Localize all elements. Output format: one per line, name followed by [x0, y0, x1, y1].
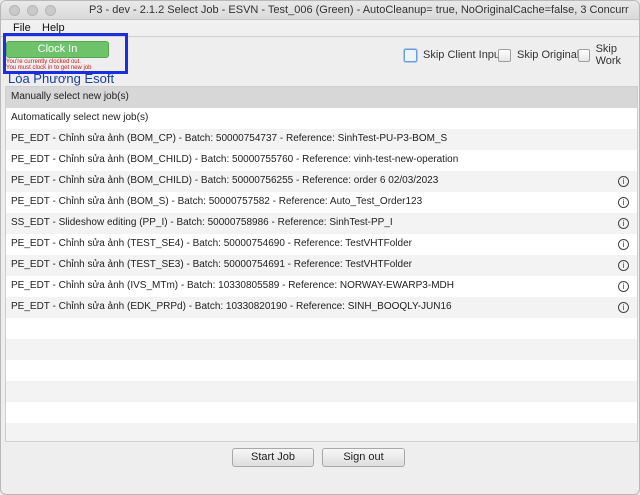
empty-row [6, 318, 637, 339]
empty-row [6, 381, 637, 402]
empty-row [6, 339, 637, 360]
job-label: PE_EDT - Chỉnh sửa ảnh (IVS_MTm) - Batch… [11, 280, 454, 291]
empty-row [6, 360, 637, 381]
close-window-button[interactable] [9, 5, 20, 16]
skip-original-option[interactable]: Skip Original [498, 47, 579, 63]
skip-work-checkbox[interactable] [578, 48, 590, 62]
skip-original-label: Skip Original [517, 49, 580, 61]
app-window: P3 - dev - 2.1.2 Select Job - ESVN - Tes… [0, 0, 640, 495]
minimize-window-button[interactable] [27, 5, 38, 16]
info-icon[interactable]: i [618, 197, 629, 208]
skip-original-checkbox[interactable] [498, 48, 511, 62]
job-list[interactable]: Manually select new job(s) Automatically… [5, 86, 638, 442]
info-icon[interactable]: i [618, 218, 629, 229]
job-label: PE_EDT - Chỉnh sửa ảnh (BOM_CP) - Batch:… [11, 133, 448, 144]
job-label: PE_EDT - Chỉnh sửa ảnh (BOM_CHILD) - Bat… [11, 154, 459, 165]
sign-out-button[interactable]: Sign out [322, 448, 405, 467]
skip-client-input-option[interactable]: Skip Client Input [404, 47, 503, 63]
job-list-item[interactable]: Manually select new job(s) [6, 87, 637, 108]
title-bar: P3 - dev - 2.1.2 Select Job - ESVN - Tes… [1, 1, 639, 20]
job-list-item[interactable]: Automatically select new job(s) [6, 108, 637, 129]
job-list-item[interactable]: PE_EDT - Chỉnh sửa ảnh (BOM_S) - Batch: … [6, 192, 637, 213]
info-icon[interactable]: i [618, 302, 629, 313]
job-list-item[interactable]: PE_EDT - Chỉnh sửa ảnh (BOM_CP) - Batch:… [6, 129, 637, 150]
skip-work-option[interactable]: Skip Work [578, 43, 639, 67]
skip-work-label: Skip Work [595, 43, 622, 67]
job-list-item[interactable]: PE_EDT - Chỉnh sửa ảnh (EDK_PRPd) - Batc… [6, 297, 637, 318]
info-icon[interactable]: i [618, 260, 629, 271]
skip-client-input-label: Skip Client Input [423, 49, 504, 61]
job-list-item[interactable]: PE_EDT - Chỉnh sửa ảnh (IVS_MTm) - Batch… [6, 276, 637, 297]
job-label: PE_EDT - Chỉnh sửa ảnh (TEST_SE4) - Batc… [11, 238, 412, 249]
job-label: PE_EDT - Chỉnh sửa ảnh (BOM_CHILD) - Bat… [11, 175, 439, 186]
clock-in-highlight [3, 33, 128, 74]
info-icon[interactable]: i [618, 239, 629, 250]
company-name: Lòa Phương Esoft [8, 71, 115, 86]
job-list-item[interactable]: PE_EDT - Chỉnh sửa ảnh (TEST_SE3) - Batc… [6, 255, 637, 276]
info-icon[interactable]: i [618, 176, 629, 187]
job-list-item[interactable]: PE_EDT - Chỉnh sửa ảnh (BOM_CHILD) - Bat… [6, 150, 637, 171]
start-job-button[interactable]: Start Job [232, 448, 314, 467]
zoom-window-button[interactable] [45, 5, 56, 16]
window-title: P3 - dev - 2.1.2 Select Job - ESVN - Tes… [89, 4, 629, 16]
info-icon[interactable]: i [618, 281, 629, 292]
job-label: Automatically select new job(s) [11, 112, 149, 123]
job-label: PE_EDT - Chỉnh sửa ảnh (EDK_PRPd) - Batc… [11, 301, 452, 312]
empty-row [6, 423, 637, 441]
job-list-item[interactable]: PE_EDT - Chỉnh sửa ảnh (TEST_SE4) - Batc… [6, 234, 637, 255]
empty-row [6, 402, 637, 423]
job-label: Manually select new job(s) [11, 91, 129, 102]
job-list-item[interactable]: SS_EDT - Slideshow editing (PP_I) - Batc… [6, 213, 637, 234]
job-label: SS_EDT - Slideshow editing (PP_I) - Batc… [11, 217, 393, 228]
job-label: PE_EDT - Chỉnh sửa ảnh (TEST_SE3) - Batc… [11, 259, 412, 270]
job-label: PE_EDT - Chỉnh sửa ảnh (BOM_S) - Batch: … [11, 196, 423, 207]
skip-client-input-checkbox[interactable] [404, 48, 417, 62]
job-list-item[interactable]: PE_EDT - Chỉnh sửa ảnh (BOM_CHILD) - Bat… [6, 171, 637, 192]
